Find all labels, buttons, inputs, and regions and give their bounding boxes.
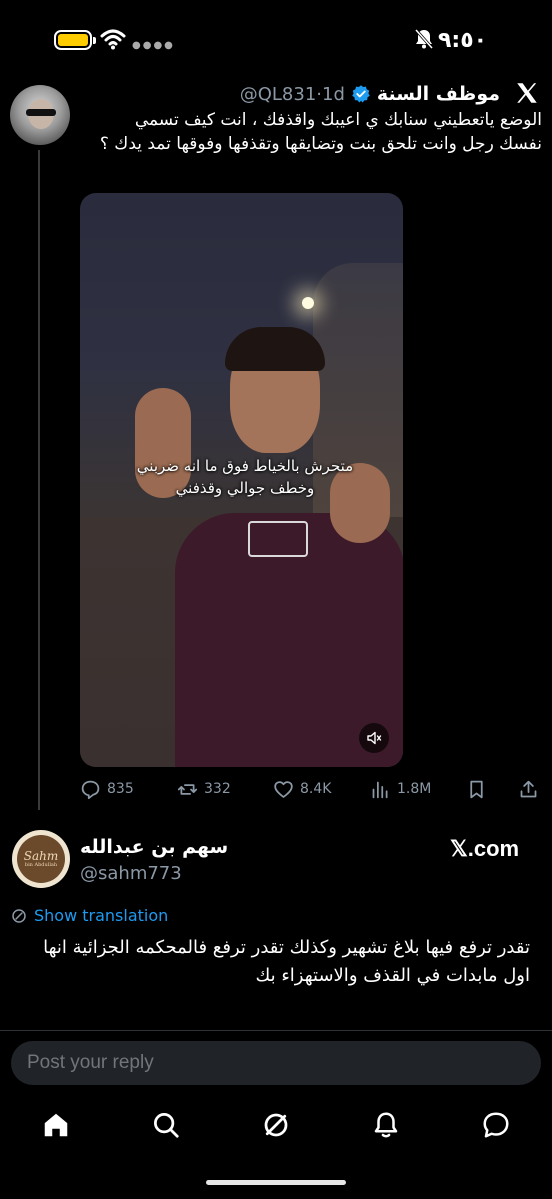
views-icon [372,781,388,798]
heart-icon [274,780,293,798]
author-handle[interactable]: @QL831·1d [240,84,345,105]
share-icon [520,780,537,797]
repost-count: 332 [204,781,231,797]
reply-icon [81,780,100,799]
mute-toggle-button[interactable] [359,723,389,753]
search-icon[interactable] [151,1110,181,1140]
bottom-nav [0,1100,552,1152]
author-name[interactable]: موظف السنة [377,83,500,105]
tweet-actions: 835 332 8.4K 1.8M [80,776,542,802]
wifi-icon [100,29,126,50]
source-badge: 𝕏.com [450,836,520,861]
bookmark-button[interactable] [466,776,487,802]
reply-composer[interactable] [11,1041,541,1085]
battery-icon [54,30,96,50]
tweet-text: الوضع ياتعطيني سنابك ي اعيبك واقذفك ، ان… [99,110,542,154]
reply-author-name[interactable]: سهم بن عبدالله [80,836,228,858]
messages-icon[interactable] [481,1110,511,1140]
bookmark-icon [470,780,483,798]
bell-off-icon [414,29,434,49]
like-button[interactable]: 8.4K [273,776,331,802]
share-button[interactable] [518,776,539,802]
tweet-header: موظف السنة @QL831·1d [130,80,500,108]
like-count: 8.4K [300,781,332,797]
show-translation-link[interactable]: Show translation [10,906,168,925]
translate-icon [12,908,26,923]
status-bar: ●●●● ٩:٥٠ [0,0,552,80]
home-icon[interactable] [41,1110,71,1140]
home-indicator[interactable] [206,1180,346,1185]
grok-icon[interactable] [261,1110,291,1140]
repost-icon [177,783,198,795]
video-player[interactable]: متحرش بالخياط فوق ما انه ضربني وخطف جوال… [80,193,403,767]
thread-line [38,150,40,810]
reply-input[interactable] [27,1052,525,1074]
video-caption: متحرش بالخياط فوق ما انه ضربني وخطف جوال… [136,457,354,497]
reply-author-handle[interactable]: @sahm773 [80,863,182,884]
x-logo-icon [517,83,537,103]
reply-count: 835 [107,781,134,797]
divider [0,1030,552,1031]
views-button[interactable]: 1.8M [370,776,431,802]
reply-button[interactable]: 835 [80,776,134,802]
views-count: 1.8M [397,781,432,797]
show-translation-label: Show translation [34,906,169,925]
speaker-muted-icon [367,731,382,745]
repost-button[interactable]: 332 [177,776,231,802]
reply-avatar[interactable]: Sahm bin Abdullah [12,830,70,888]
verified-badge-icon [352,85,370,103]
avatar[interactable] [10,85,70,145]
clock: ٩:٥٠ [438,28,488,53]
notifications-icon[interactable] [371,1110,401,1140]
more-dots-icon: ●●●● [132,40,175,51]
reply-text: تقدر ترفع فيها بلاغ تشهير وكذلك تقدر ترف… [43,937,530,986]
